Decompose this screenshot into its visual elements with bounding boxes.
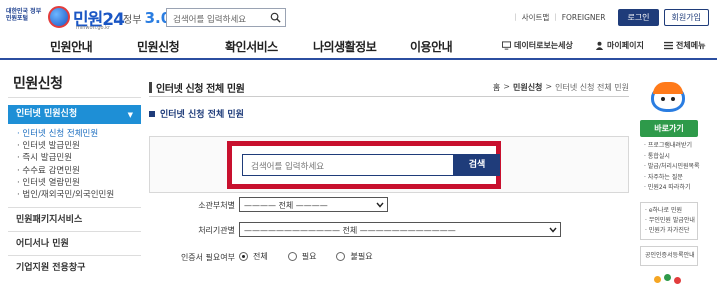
search-input[interactable]: 검색어를 입력하세요 [242, 154, 454, 176]
mypage-link[interactable]: 마이페이지 [595, 40, 644, 51]
radio-unchecked-icon [287, 252, 297, 261]
dept-filter-label: 소관부처별 [198, 201, 235, 210]
gnb-item-help[interactable]: 이용안내 [410, 38, 453, 55]
left-nav-submenu: · 인터넷 신청 전체민원 · 인터넷 발급민원 · 즉시 발급민원 · 수수료… [8, 124, 141, 207]
quick-link[interactable]: · 통합실시 [644, 152, 698, 163]
top-header: 대한민국 정부민원포털 민원24 minwon.go.kr 정부 3.0 검색어… [0, 0, 717, 32]
square-bullet-icon [149, 110, 155, 117]
left-nav-sub-item[interactable]: · 수수료 감면민원 [17, 165, 141, 177]
cert-radio-not-required[interactable]: 불필요 [336, 251, 373, 262]
radio-checked-icon [239, 252, 248, 261]
chevron-down-icon [549, 227, 557, 233]
quick-link[interactable]: · 프로그램내려받기 [644, 141, 698, 152]
cert-filter-row: 인증서 필요여부 전체 필요 불필요 [149, 246, 629, 270]
dept-select[interactable]: ———— 전체 ———— [239, 197, 388, 212]
all-menu-label: 전체메뉴 [676, 41, 706, 50]
breadcrumb-apply[interactable]: 민원신청 [513, 82, 542, 93]
join-button[interactable]: 회원가입 [663, 8, 709, 26]
gov30-prefix: 정부 [123, 15, 142, 26]
cert-radio-all-label: 전체 [253, 252, 268, 261]
cert-radio-group: 전체 필요 불필요 [239, 251, 393, 262]
quick-menu: 바로가기 · 프로그램내려받기 · 통합실시 · 발급/처리시민원목록 · 자주… [640, 82, 700, 286]
person-icon [595, 41, 604, 50]
left-nav: 민원신청 인터넷 민원신청 ▼ · 인터넷 신청 전체민원 · 인터넷 발급민원… [8, 70, 141, 279]
all-menu-link[interactable]: 전체메뉴 [664, 40, 705, 51]
agency-select-value: ———————————— 전체 ———————————— [244, 226, 456, 235]
global-nav: 민원안내 민원신청 확인서비스 나의생활정보 이용안내 데이터로보는세상 마이페… [0, 32, 717, 60]
left-nav-sub-item[interactable]: · 법인/재외국민/외국인민원 [17, 189, 141, 201]
agency-select[interactable]: ———————————— 전체 ———————————— [239, 222, 561, 237]
login-button[interactable]: 로그인 [618, 8, 659, 26]
left-nav-sub-item[interactable]: · 인터넷 발급민원 [17, 140, 141, 152]
top-search-input[interactable]: 검색어를 입력하세요 [166, 8, 286, 27]
left-nav-active-label: 인터넷 민원신청 [16, 109, 78, 119]
quick-link[interactable]: · 자주하는 질문 [644, 173, 698, 184]
decorative-dots-icon [650, 272, 690, 286]
left-nav-group-package[interactable]: 민원패키지서비스 [8, 207, 141, 231]
breadcrumb-home[interactable]: 홈 [493, 82, 500, 93]
cert-radio-required-label: 필요 [301, 252, 317, 261]
gnb-item-apply[interactable]: 민원신청 [137, 38, 180, 55]
title-bar-marker [149, 82, 152, 93]
left-nav-title: 민원신청 [8, 70, 141, 98]
breadcrumb-separator: > [545, 82, 553, 91]
cert-radio-not-required-label: 불필요 [350, 252, 373, 261]
section-title: 인터넷 신청 전체 민원 [149, 107, 244, 120]
search-button[interactable]: 검색 [454, 154, 500, 176]
left-nav-active-item[interactable]: 인터넷 민원신청 ▼ [8, 105, 141, 124]
dept-select-value: ———— 전체 ———— [244, 201, 328, 210]
quick-box-link[interactable]: · 무인민원 발급안내 [645, 216, 695, 226]
monitor-icon [502, 41, 511, 50]
utility-nav: | 사이트맵 | FOREIGNER 로그인 회원가입 [514, 8, 709, 26]
search-panel: 검색어를 입력하세요 검색 [149, 136, 629, 193]
search-icon[interactable] [270, 12, 281, 23]
gnb-item-life-info[interactable]: 나의생활정보 [313, 38, 377, 55]
menu-icon [664, 41, 673, 50]
left-nav-sub-item[interactable]: · 인터넷 열람민원 [17, 177, 141, 189]
data-world-link[interactable]: 데이터로보는세상 [502, 40, 573, 51]
cert-register-link[interactable]: 공인인증서등록안내 [640, 245, 698, 266]
gnb-item-verify[interactable]: 확인서비스 [225, 38, 278, 55]
search-highlight-frame: 검색어를 입력하세요 검색 [227, 141, 501, 189]
quick-link-list: · 프로그램내려받기 · 통합실시 · 발급/처리시민원목록 · 자주하는 질문… [640, 141, 700, 194]
section-title-label: 인터넷 신청 전체 민원 [160, 110, 244, 120]
cert-radio-all[interactable]: 전체 [239, 251, 268, 262]
radio-unchecked-icon [336, 252, 346, 261]
left-nav-sub-item[interactable]: · 즉시 발급민원 [17, 152, 141, 164]
cert-filter-label: 인증서 필요여부 [180, 253, 235, 262]
left-nav-sub-item[interactable]: · 인터넷 신청 전체민원 [17, 128, 141, 140]
gov-logo-text: 대한민국 정부민원포털 [6, 8, 42, 22]
mascot-icon [647, 82, 691, 116]
agency-filter-row: 처리기관별 ———————————— 전체 ———————————— [149, 219, 629, 243]
breadcrumb-current: 인터넷 신청 전체 민원 [555, 83, 629, 92]
page-title: 인터넷 신청 전체 민원 [156, 84, 245, 95]
breadcrumb-separator: > [503, 82, 510, 91]
site-url: minwon.go.kr [76, 25, 111, 31]
cert-radio-required[interactable]: 필요 [287, 251, 317, 262]
quick-link[interactable]: · 발급/처리시민원목록 [644, 162, 700, 173]
agency-filter-label: 처리기관별 [198, 226, 235, 235]
quick-box-link[interactable]: · 민원가 자가진단 [645, 226, 693, 236]
left-nav-group-business[interactable]: 기업지원 전용창구 [8, 255, 141, 279]
cert-register-label: 공인인증서등록안내 [645, 251, 695, 259]
quick-box-links: · e하나로 민원 · 무인민원 발급안내 · 민원가 자가진단 [640, 201, 698, 240]
gnb-item-guide[interactable]: 민원안내 [50, 38, 93, 55]
breadcrumb: 홈 > 민원신청 > 인터넷 신청 전체 민원 [493, 82, 629, 93]
chevron-down-icon [376, 202, 384, 208]
minwon24-logo-icon [48, 6, 70, 28]
chevron-down-icon: ▼ [127, 111, 133, 119]
gov30-logo: 정부 3.0 [123, 9, 171, 27]
search-placeholder: 검색어를 입력하세요 [251, 162, 325, 172]
data-world-label: 데이터로보는세상 [514, 41, 573, 50]
quick-menu-title: 바로가기 [640, 120, 698, 137]
mypage-label: 마이페이지 [607, 41, 644, 50]
quick-box-link[interactable]: · e하나로 민원 [645, 206, 693, 216]
dept-filter-row: 소관부처별 ———— 전체 ———— [149, 194, 629, 218]
quick-link[interactable]: · 민원24 따라하기 [644, 183, 698, 194]
title-divider [149, 96, 629, 97]
foreigner-link[interactable]: FOREIGNER [557, 13, 611, 22]
sitemap-link[interactable]: 사이트맵 [517, 12, 555, 23]
top-search-placeholder: 검색어를 입력하세요 [173, 15, 247, 25]
left-nav-group-anywhere[interactable]: 어디서나 민원 [8, 231, 141, 255]
